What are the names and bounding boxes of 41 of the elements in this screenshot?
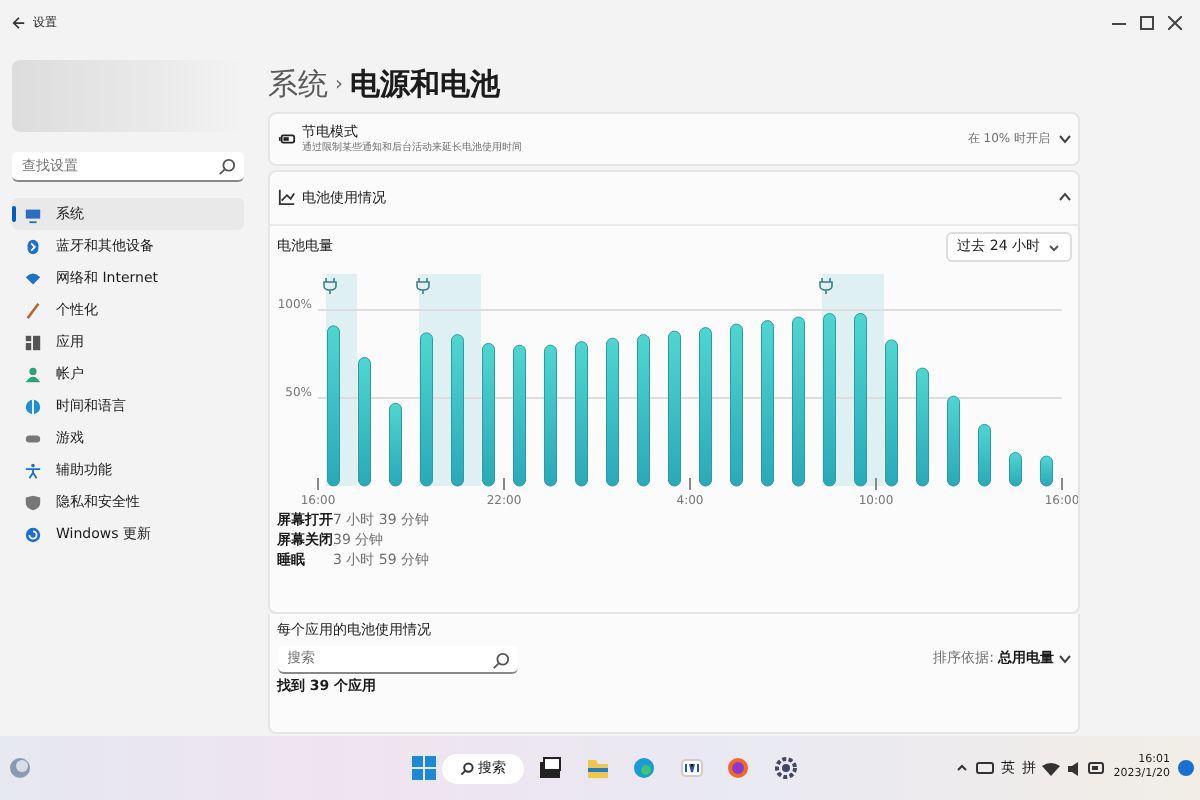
- chevron-icon: [1057, 654, 1071, 664]
- accessibility-icon: [24, 461, 42, 479]
- app-icon[interactable]: [679, 756, 704, 780]
- person-icon: [24, 365, 42, 383]
- battery-leaf-icon: [277, 130, 295, 148]
- maximize-icon[interactable]: [1139, 15, 1153, 29]
- brush-icon: [24, 301, 42, 319]
- start-icon[interactable]: [411, 756, 435, 780]
- task-view-icon[interactable]: [538, 756, 563, 780]
- speaker-icon[interactable]: [1067, 761, 1082, 775]
- breadcrumb-parent[interactable]: 系统: [268, 61, 328, 107]
- fox-browser-icon[interactable]: [726, 756, 751, 780]
- gamepad-icon: [24, 429, 42, 447]
- plug-icon: [415, 276, 429, 295]
- bluetooth-icon: [24, 237, 42, 255]
- search-icon: [218, 158, 236, 176]
- folder-icon[interactable]: [585, 756, 610, 780]
- chevron-icon: [1047, 243, 1059, 251]
- back-icon[interactable]: [12, 15, 26, 29]
- keyboard-icon[interactable]: [975, 762, 994, 774]
- breadcrumb-separator: ›: [335, 71, 343, 99]
- shield-icon: [24, 493, 42, 511]
- wifi-icon[interactable]: [1042, 761, 1061, 775]
- plug-icon: [322, 276, 336, 295]
- search-icon: [460, 761, 474, 775]
- chevron-icon[interactable]: [956, 764, 969, 772]
- browser-icon[interactable]: [632, 756, 657, 780]
- monitor-icon: [24, 205, 42, 223]
- settings-icon[interactable]: [773, 756, 798, 780]
- chevron-icon[interactable]: [1057, 192, 1071, 203]
- apps-icon: [24, 333, 42, 351]
- clock-globe-icon: [24, 397, 42, 415]
- battery-icon[interactable]: [1088, 762, 1107, 774]
- notification-icon[interactable]: [1177, 760, 1193, 776]
- update-icon: [24, 525, 42, 543]
- plug-icon: [818, 276, 832, 295]
- search-icon: [491, 651, 509, 669]
- wifi-icon: [24, 269, 42, 287]
- page-title: 电源和电池: [350, 63, 500, 106]
- close-icon[interactable]: [1167, 15, 1181, 29]
- chart-icon: [277, 188, 295, 207]
